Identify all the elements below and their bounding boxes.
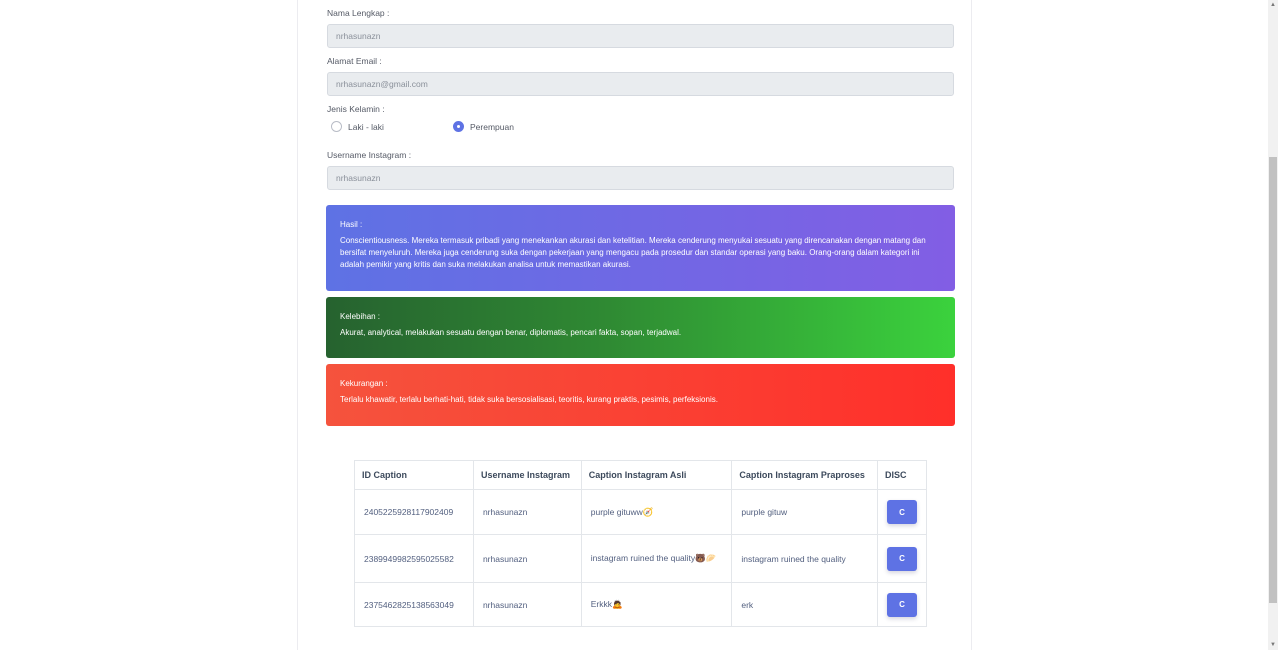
th-disc: DISC xyxy=(877,460,927,490)
cell-caption: Erkkk🙇 xyxy=(580,582,733,627)
radio-perempuan[interactable]: Perempuan xyxy=(453,121,514,132)
scroll-up-icon[interactable]: ▲ xyxy=(1268,0,1278,10)
cell-praproses: erk xyxy=(731,582,878,627)
cell-username: nrhasunazn xyxy=(472,489,582,535)
cell-disc: C xyxy=(877,582,927,627)
nama-label: Nama Lengkap : xyxy=(327,8,390,18)
cell-id: 2405225928117902409 xyxy=(354,489,474,535)
kelebihan-text: Akurat, analytical, melakukan sesuatu de… xyxy=(340,328,682,337)
cell-disc: C xyxy=(877,534,927,583)
cell-praproses: instagram ruined the quality xyxy=(731,534,878,583)
radio-perempuan-circle[interactable] xyxy=(453,121,464,132)
cell-caption: purple gituww🧭 xyxy=(580,489,733,535)
radio-laki-circle[interactable] xyxy=(331,121,342,132)
table-row: 2405225928117902409 nrhasunazn purple gi… xyxy=(354,489,927,535)
scroll-down-icon[interactable]: ▼ xyxy=(1268,640,1278,650)
radio-laki[interactable]: Laki - laki xyxy=(331,121,384,132)
instagram-label: Username Instagram : xyxy=(327,150,412,160)
th-caption-praproses: Caption Instagram Praproses xyxy=(731,460,878,490)
caption-table: ID Caption Username Instagram Caption In… xyxy=(354,460,927,627)
kelebihan-alert: Kelebihan : Akurat, analytical, melakuka… xyxy=(326,297,955,358)
disc-button[interactable]: C xyxy=(887,500,917,524)
kekurangan-alert: Kekurangan : Terlalu khawatir, terlalu b… xyxy=(326,364,955,426)
table-row: 2375462825138563049 nrhasunazn Erkkk🙇 er… xyxy=(354,582,927,627)
th-username: Username Instagram xyxy=(472,460,582,490)
email-label: Alamat Email : xyxy=(327,56,382,66)
table-row: 2389949982595025582 nrhasunazn instagram… xyxy=(354,534,927,583)
kekurangan-title: Kekurangan : xyxy=(340,379,388,388)
cell-username: nrhasunazn xyxy=(472,582,582,627)
kekurangan-text: Terlalu khawatir, terlalu berhati-hati, … xyxy=(340,395,718,404)
vertical-scrollbar[interactable]: ▲ ▼ xyxy=(1268,0,1278,650)
disc-button[interactable]: C xyxy=(887,546,917,571)
cell-caption: instagram ruined the quality🐻🥟 xyxy=(580,534,733,583)
kelamin-label: Jenis Kelamin : xyxy=(327,104,385,114)
instagram-input[interactable]: nrhasunazn xyxy=(327,166,954,190)
email-input[interactable]: nrhasunazn@gmail.com xyxy=(327,72,954,96)
cell-id: 2375462825138563049 xyxy=(354,582,474,627)
caption-table-wrapper: ID Caption Username Instagram Caption In… xyxy=(354,460,927,627)
radio-perempuan-label: Perempuan xyxy=(470,121,514,132)
kelebihan-title: Kelebihan : xyxy=(340,312,381,321)
hasil-title: Hasil : xyxy=(340,220,363,229)
nama-input[interactable]: nrhasunazn xyxy=(327,24,954,48)
cell-username: nrhasunazn xyxy=(472,534,582,583)
cell-id: 2389949982595025582 xyxy=(354,534,474,583)
disc-button[interactable]: C xyxy=(887,592,917,617)
scroll-thumb[interactable] xyxy=(1269,157,1277,603)
th-caption-asli: Caption Instagram Asli xyxy=(580,460,733,490)
hasil-text: Conscientiousness. Mereka termasuk priba… xyxy=(340,236,926,269)
radio-laki-label: Laki - laki xyxy=(348,121,384,132)
th-id-caption: ID Caption xyxy=(354,460,474,490)
hasil-alert: Hasil : Conscientiousness. Mereka termas… xyxy=(326,205,955,291)
cell-disc: C xyxy=(877,489,927,535)
cell-praproses: purple gituw xyxy=(731,489,878,535)
